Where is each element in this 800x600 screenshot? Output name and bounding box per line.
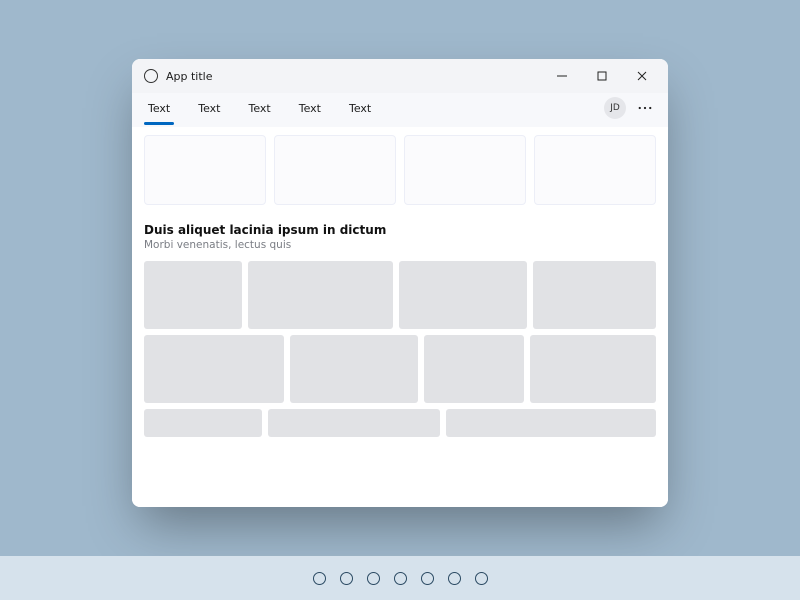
mosaic-tile[interactable] [144,409,262,437]
mosaic-row [144,261,656,329]
mosaic-tile[interactable] [424,335,524,403]
tab-4[interactable]: Text [345,98,375,119]
tab-3[interactable]: Text [295,98,325,119]
card[interactable] [534,135,656,205]
avatar-initials: JD [610,103,620,113]
avatar[interactable]: JD [604,97,626,119]
mosaic-tile[interactable] [268,409,440,437]
mosaic-tile[interactable] [446,409,656,437]
card[interactable] [274,135,396,205]
mosaic-row [144,335,656,403]
minimize-icon [557,71,567,81]
mosaic-tile[interactable] [530,335,656,403]
mosaic-tile[interactable] [248,261,393,329]
card[interactable] [144,135,266,205]
pager-dot[interactable] [340,572,353,585]
tab-2[interactable]: Text [245,98,275,119]
tabs-row: Text Text Text Text Text JD [132,93,668,127]
more-icon [638,101,652,115]
mosaic-row [144,409,656,437]
pager-dot[interactable] [475,572,488,585]
section-title: Duis aliquet lacinia ipsum in dictum [144,223,656,237]
titlebar[interactable]: App title [132,59,668,93]
tab-1[interactable]: Text [194,98,224,119]
maximize-icon [597,71,607,81]
mosaic-tile[interactable] [144,335,284,403]
maximize-button[interactable] [582,61,622,91]
card-row [144,135,656,205]
mosaic-tile[interactable] [399,261,527,329]
mosaic-tile[interactable] [144,261,242,329]
app-icon [144,69,158,83]
card[interactable] [404,135,526,205]
mosaic-tile[interactable] [290,335,418,403]
pager-strip [0,556,800,600]
window-title: App title [166,70,213,83]
more-button[interactable] [634,97,656,119]
mosaic-tile[interactable] [533,261,656,329]
pager-dot[interactable] [421,572,434,585]
close-button[interactable] [622,61,662,91]
pager-dot[interactable] [394,572,407,585]
pager-dot[interactable] [367,572,380,585]
section-subtitle: Morbi venenatis, lectus quis [144,239,656,251]
pager-dot[interactable] [448,572,461,585]
app-window: App title Text Text Text Text Text JD [132,59,668,507]
minimize-button[interactable] [542,61,582,91]
pager-dot[interactable] [313,572,326,585]
close-icon [637,71,647,81]
content: Duis aliquet lacinia ipsum in dictum Mor… [132,127,668,507]
tab-0[interactable]: Text [144,98,174,119]
